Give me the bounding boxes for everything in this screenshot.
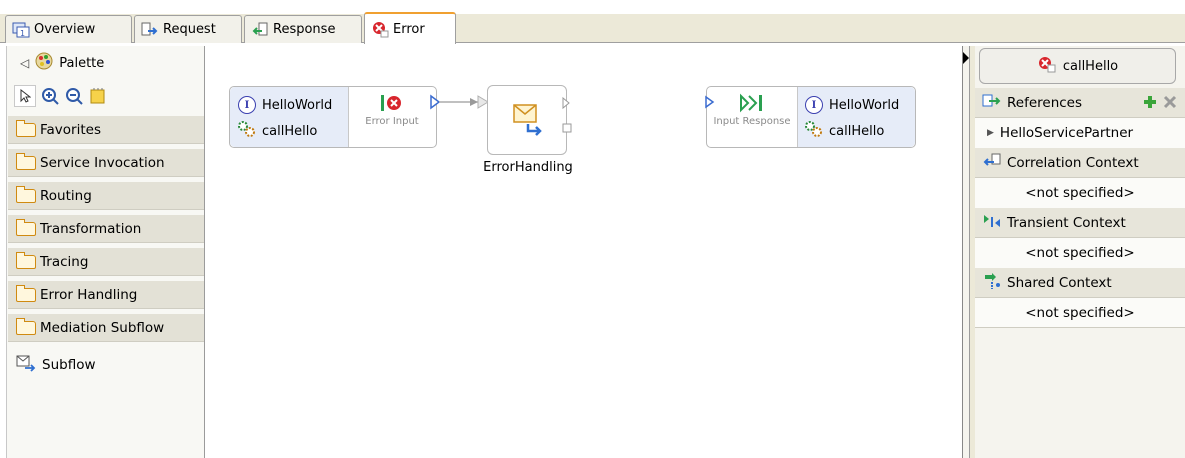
interface-icon: I bbox=[238, 96, 256, 114]
palette-toolbar bbox=[14, 84, 144, 108]
operation-gear-icon bbox=[803, 119, 823, 143]
folder-icon bbox=[16, 251, 36, 269]
palette-drawer-transformation[interactable]: Transformation bbox=[8, 215, 204, 243]
input-response-icon bbox=[737, 91, 767, 115]
tab-label: Overview bbox=[34, 22, 96, 37]
reference-value: HelloServicePartner bbox=[999, 125, 1134, 141]
palette-drawer-error-handling[interactable]: Error Handling bbox=[8, 281, 204, 309]
folder-icon bbox=[16, 152, 36, 170]
correlation-context-section-header[interactable]: Correlation Context bbox=[975, 148, 1185, 178]
palette-item-label: Subflow bbox=[42, 357, 96, 373]
source-interface[interactable]: I HelloWorld bbox=[238, 95, 332, 115]
palette-drawer-favorites[interactable]: Favorites bbox=[8, 116, 204, 144]
transient-context-section-header[interactable]: Transient Context bbox=[975, 208, 1185, 238]
subflow-icon bbox=[16, 353, 36, 377]
operation-gear-icon bbox=[236, 119, 256, 143]
palette-title: Palette bbox=[59, 55, 105, 71]
section-label: References bbox=[1007, 94, 1083, 111]
operation-callhello-button[interactable]: callHello bbox=[979, 48, 1176, 84]
splitter-arrow-icon[interactable] bbox=[963, 52, 969, 64]
connection-wire[interactable] bbox=[430, 92, 492, 112]
request-icon bbox=[141, 21, 159, 39]
tab-label: Request bbox=[163, 22, 216, 37]
references-icon bbox=[982, 93, 1002, 113]
shared-context-icon bbox=[982, 272, 1002, 293]
shared-context-section-header[interactable]: Shared Context bbox=[975, 268, 1185, 298]
error-input-icon bbox=[378, 91, 408, 115]
target-interface[interactable]: I HelloWorld bbox=[805, 95, 899, 115]
input-terminal[interactable] bbox=[703, 95, 717, 109]
drawer-label: Transformation bbox=[40, 220, 142, 237]
note-icon[interactable] bbox=[88, 86, 108, 106]
correlation-context-value: <not specified> bbox=[975, 178, 1185, 208]
target-operation[interactable]: callHello bbox=[803, 121, 884, 141]
zoom-out-icon[interactable] bbox=[64, 86, 84, 106]
error-icon bbox=[371, 20, 389, 38]
folder-icon bbox=[16, 185, 36, 203]
palette-drawer-service-invocation[interactable]: Service Invocation bbox=[8, 149, 204, 177]
tab-error[interactable]: Error bbox=[364, 12, 456, 44]
references-section-header[interactable]: References bbox=[975, 88, 1185, 118]
expand-arrow-icon[interactable]: ▶ bbox=[987, 128, 994, 138]
reference-item[interactable]: ▶ HelloServicePartner bbox=[975, 118, 1185, 148]
correlation-context-icon bbox=[982, 153, 1002, 173]
source-node[interactable]: I HelloWorld callHello Error Input bbox=[229, 86, 437, 148]
source-operation[interactable]: callHello bbox=[236, 121, 317, 141]
drawer-label: Mediation Subflow bbox=[40, 319, 165, 336]
shared-context-value: <not specified> bbox=[975, 298, 1185, 328]
drawer-label: Error Handling bbox=[40, 286, 138, 303]
section-label: Transient Context bbox=[1007, 214, 1126, 231]
source-interface-label: HelloWorld bbox=[262, 97, 333, 113]
tab-label: Response bbox=[273, 22, 336, 37]
tab-response[interactable]: Response bbox=[244, 15, 362, 43]
remove-reference-icon[interactable] bbox=[1163, 95, 1177, 113]
folder-icon bbox=[16, 317, 36, 335]
source-operation-label: callHello bbox=[262, 123, 318, 139]
palette-icon bbox=[35, 52, 53, 74]
svg-text:1: 1 bbox=[20, 29, 25, 38]
palette-header: ◁ Palette bbox=[6, 48, 205, 78]
collapse-palette-icon[interactable]: ◁ bbox=[20, 56, 29, 70]
drawer-label: Favorites bbox=[40, 121, 101, 138]
transient-context-icon bbox=[982, 213, 1002, 233]
drawer-label: Routing bbox=[40, 187, 92, 204]
palette-drawer-routing[interactable]: Routing bbox=[8, 182, 204, 210]
target-interface-label: HelloWorld bbox=[829, 97, 900, 113]
target-node[interactable]: Input Response I HelloWorld callHello bbox=[703, 86, 916, 148]
section-label: Correlation Context bbox=[1007, 154, 1139, 171]
tab-request[interactable]: Request bbox=[134, 15, 242, 43]
select-arrow-icon[interactable] bbox=[14, 85, 36, 107]
palette-drawer-tracing[interactable]: Tracing bbox=[8, 248, 204, 276]
error-handling-primitive[interactable] bbox=[487, 85, 572, 155]
add-reference-icon[interactable] bbox=[1143, 95, 1157, 113]
target-operation-label: callHello bbox=[829, 123, 885, 139]
output-terminals[interactable] bbox=[560, 96, 574, 140]
folder-icon bbox=[16, 218, 36, 236]
error-input-label: Error Input bbox=[365, 116, 419, 127]
folder-icon bbox=[16, 119, 36, 137]
tab-label: Error bbox=[393, 21, 425, 37]
tab-overview[interactable]: 1 Overview bbox=[5, 15, 132, 43]
primitive-label: ErrorHandling bbox=[483, 160, 573, 175]
palette-item-subflow[interactable]: Subflow bbox=[16, 354, 96, 376]
drawer-label: Service Invocation bbox=[40, 154, 165, 171]
section-label: Shared Context bbox=[1007, 274, 1112, 291]
error-icon bbox=[1037, 55, 1057, 77]
drawer-label: Tracing bbox=[40, 253, 89, 270]
input-response-label: Input Response bbox=[713, 116, 791, 127]
subflow-primitive-icon bbox=[512, 102, 544, 136]
response-icon bbox=[251, 21, 269, 39]
folder-icon bbox=[16, 284, 36, 302]
operation-label: callHello bbox=[1062, 58, 1119, 74]
overview-icon: 1 bbox=[12, 21, 30, 39]
transient-context-value: <not specified> bbox=[975, 238, 1185, 268]
interface-icon: I bbox=[805, 96, 823, 114]
zoom-in-icon[interactable] bbox=[40, 86, 60, 106]
palette-drawer-mediation-subflow[interactable]: Mediation Subflow bbox=[8, 314, 204, 342]
